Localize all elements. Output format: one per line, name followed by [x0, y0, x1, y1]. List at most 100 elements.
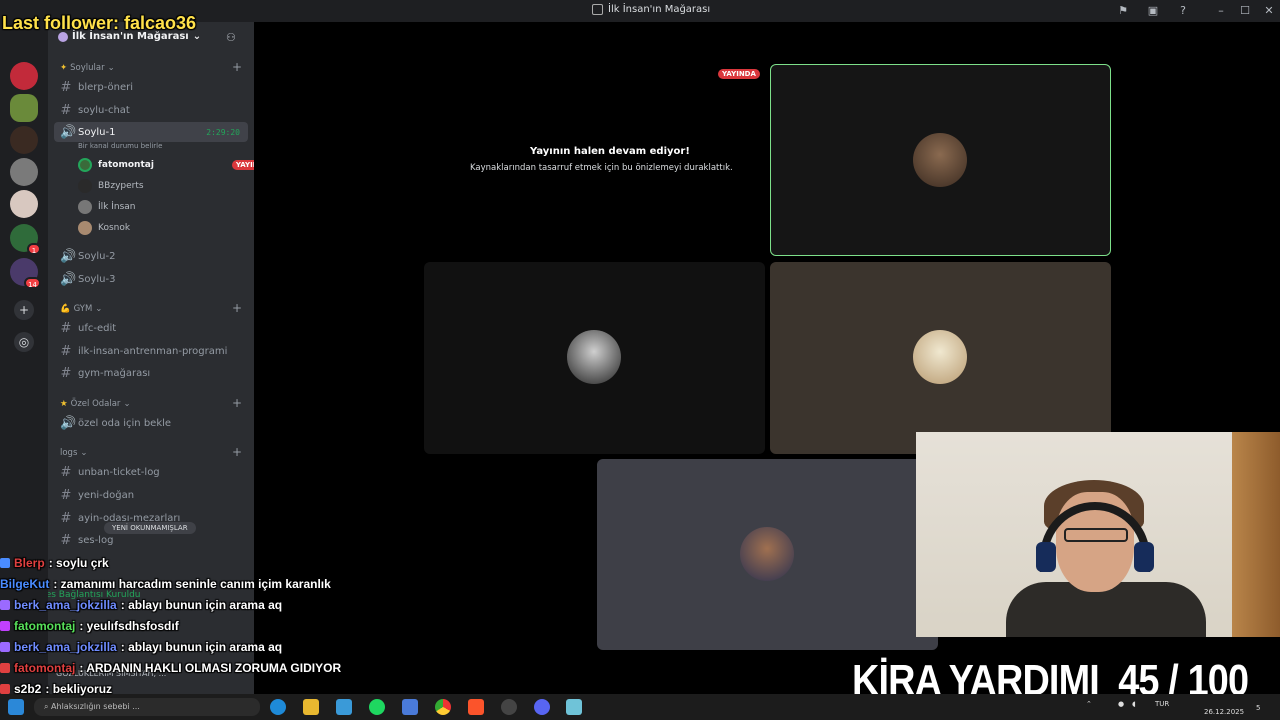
video-tile[interactable] [597, 459, 938, 650]
badge-icon [0, 642, 10, 652]
chat-text: : bekliyoruz [45, 682, 113, 696]
category-label: Özel Odalar [70, 399, 121, 409]
chat-message: BilgeKut : zamanımı harcadım seninle can… [0, 577, 331, 591]
window-title-text: İlk İnsan'ın Mağarası [608, 4, 711, 15]
channel-unban-ticket-log[interactable]: # unban-ticket-log [54, 462, 248, 482]
channel-antrenman[interactable]: # ilk-insan-antrenman-programi [54, 341, 248, 361]
hash-icon: # [60, 510, 72, 526]
channel-status[interactable]: Bir kanal durumu belirle [78, 142, 162, 150]
search-input[interactable]: ⌕ Ahlaksızlığın sebebi ... [34, 698, 260, 716]
add-server-icon[interactable]: + [14, 300, 34, 320]
tray-chevron-icon[interactable]: ⌃ [1086, 700, 1092, 708]
notification-count[interactable]: 5 [1256, 704, 1260, 712]
voice-channel-ozel-oda[interactable]: 🔊 özel oda için bekle [54, 413, 248, 433]
chat-user: fatomontaj [14, 619, 76, 633]
channel-ses-log[interactable]: # ses-log [54, 530, 248, 550]
server-icon-6[interactable]: 1 [10, 224, 41, 255]
chat-message: fatomontaj : yeulıfsdhsfosdıf [0, 619, 179, 633]
last-follower-overlay: Last follower: falcao36 [2, 13, 197, 33]
voice-user[interactable]: BBzyperts [78, 177, 144, 195]
voice-channel-soylu-2[interactable]: 🔊 Soylu-2 [54, 246, 248, 266]
brave-icon[interactable] [468, 699, 484, 715]
hash-icon: # [60, 343, 72, 359]
add-channel-icon[interactable]: + [232, 60, 242, 74]
invite-icon[interactable]: ⚇ [226, 31, 236, 44]
video-tile[interactable] [424, 262, 765, 454]
minimize-icon[interactable]: – [1214, 4, 1228, 18]
server-icon-5[interactable] [10, 190, 38, 218]
chat-text: : zamanımı harcadım seninle canım içim k… [53, 577, 331, 591]
add-channel-icon[interactable]: + [232, 445, 242, 459]
store-icon[interactable] [336, 699, 352, 715]
chat-text: : yeulıfsdhsfosdıf [79, 619, 179, 633]
voice-user[interactable]: fatomontaj YAYINDA [78, 156, 254, 174]
edge-icon[interactable] [270, 699, 286, 715]
discover-icon[interactable]: ◎ [14, 332, 34, 352]
webcam-overlay [916, 432, 1280, 637]
chat-user: s2b2 [14, 682, 42, 696]
channel-label: ufc-edit [78, 322, 117, 334]
windows-taskbar: ⌕ Ahlaksızlığın sebebi ... ⌃ ● ◖ TUR 26.… [0, 694, 1280, 720]
avatar [78, 221, 92, 235]
channel-label: yeni-doğan [78, 489, 135, 501]
file-explorer-icon[interactable] [303, 699, 319, 715]
channel-label: özel oda için bekle [78, 417, 172, 429]
voice-user-name: Kosnok [98, 223, 131, 233]
chat-text: : ablayı bunun için arama aq [120, 598, 283, 612]
channel-soylu-chat[interactable]: # soylu-chat [54, 100, 248, 120]
server-icon-4[interactable] [10, 158, 38, 186]
avatar [78, 200, 92, 214]
server-rail: 1 14 + ◎ [0, 22, 48, 694]
inbox-icon[interactable]: ⚑ [1116, 4, 1130, 18]
channel-ufc-edit[interactable]: # ufc-edit [54, 318, 248, 338]
close-icon[interactable]: ✕ [1262, 4, 1276, 18]
add-channel-icon[interactable]: + [232, 301, 242, 315]
badge-icon [0, 558, 10, 568]
calculator-icon[interactable] [402, 699, 418, 715]
channel-label: ses-log [78, 534, 114, 546]
voice-user[interactable]: Kosnok [78, 219, 130, 237]
category-ozel-odalar[interactable]: ★ Özel Odalar ⌄ [60, 399, 131, 409]
maximize-icon[interactable]: ☐ [1238, 4, 1252, 18]
hash-icon: # [60, 320, 72, 336]
channel-sidebar: İlk İnsan'ın Mağarası ⌄ ⚇ ✦ Soylular ⌄ +… [48, 22, 254, 694]
start-icon[interactable] [8, 699, 24, 715]
app-icon[interactable] [566, 699, 582, 715]
obs-icon[interactable] [501, 699, 517, 715]
channel-yeni-dogan[interactable]: # yeni-doğan [54, 485, 248, 505]
headset-ear-left [1036, 542, 1056, 572]
discord-icon[interactable] [534, 699, 550, 715]
mic-icon[interactable]: ● [1118, 700, 1124, 708]
chevron-down-icon: ⌄ [107, 63, 115, 73]
chat-user: BilgeKut [0, 577, 50, 591]
server-icon [592, 4, 603, 15]
avatar [740, 527, 794, 581]
chat-text: : ARDANIN HAKLI OLMASI ZORUMA GIDIYOR [79, 661, 342, 675]
category-soylular[interactable]: ✦ Soylular ⌄ [60, 63, 115, 73]
server-icon-1[interactable] [10, 62, 38, 90]
add-channel-icon[interactable]: + [232, 396, 242, 410]
channel-blerp-oneri[interactable]: # blerp-öneri [54, 77, 248, 97]
voice-channel-soylu-1[interactable]: 🔊 Soylu-1 2:29:20 [54, 122, 248, 142]
help-icon[interactable]: ? [1176, 4, 1190, 18]
category-gym[interactable]: 💪 GYM ⌄ [60, 304, 102, 314]
category-logs[interactable]: logs ⌄ [60, 448, 88, 458]
channel-gym-magarasi[interactable]: # gym-mağarası [54, 363, 248, 383]
chat-user: berk_ama_jokzilla [14, 640, 117, 654]
server-icon-active[interactable] [10, 94, 38, 122]
chrome-icon[interactable] [435, 699, 451, 715]
video-tile[interactable] [770, 262, 1111, 454]
hash-icon: # [60, 365, 72, 381]
hash-icon: # [60, 532, 72, 548]
voice-channel-soylu-3[interactable]: 🔊 Soylu-3 [54, 269, 248, 289]
screen-icon[interactable]: ▣ [1146, 4, 1160, 18]
keyboard-language[interactable]: TUR [1155, 700, 1169, 708]
date[interactable]: 26.12.2025 [1204, 708, 1244, 716]
server-icon-3[interactable] [10, 126, 38, 154]
video-tile-speaking[interactable] [770, 64, 1111, 256]
channel-label: blerp-öneri [78, 81, 134, 93]
volume-icon[interactable]: ◖ [1132, 700, 1136, 708]
spotify-icon[interactable] [369, 699, 385, 715]
server-icon-7[interactable]: 14 [10, 258, 41, 289]
voice-user[interactable]: İlk İnsan [78, 198, 136, 216]
